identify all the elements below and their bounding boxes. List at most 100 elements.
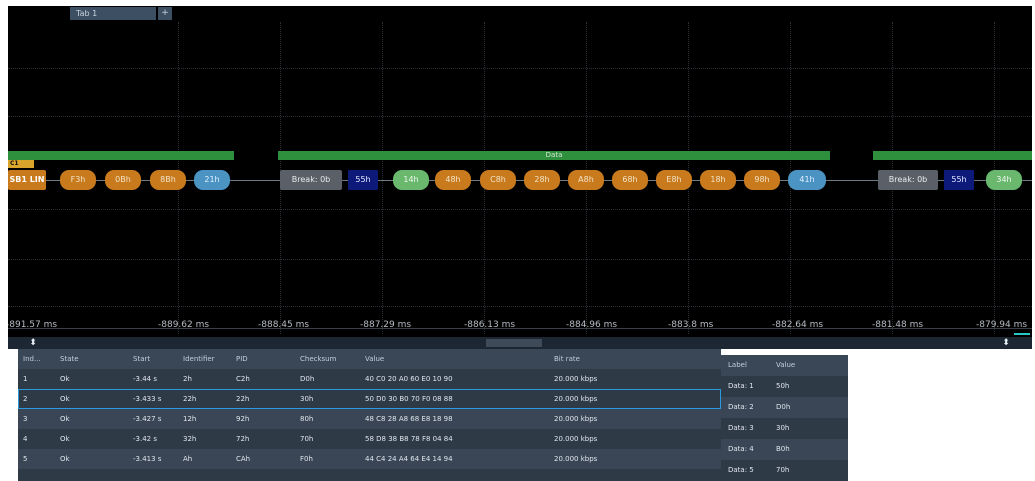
- column-header[interactable]: Identifier: [183, 349, 233, 369]
- frames-table: Ind... State Start Identifier PID Checks…: [18, 349, 721, 481]
- table-cell: Data: 2: [728, 403, 754, 411]
- table-cell: Ah: [183, 455, 193, 463]
- break-field[interactable]: Break: 0b: [280, 170, 342, 190]
- table-cell: Data: 5: [728, 466, 754, 474]
- grid-line: [8, 68, 1032, 69]
- table-cell: 4: [23, 435, 28, 443]
- table-cell: 32h: [183, 435, 197, 443]
- byte-pill[interactable]: A8h: [568, 170, 604, 190]
- table-cell: 92h: [236, 415, 250, 423]
- column-header[interactable]: Bit rate: [554, 349, 704, 369]
- column-header[interactable]: State: [60, 349, 115, 369]
- identifier-pill[interactable]: 34h: [986, 170, 1022, 190]
- byte-pill[interactable]: 18h: [700, 170, 736, 190]
- table-row[interactable]: 1 Ok -3.44 s 2h C2h D0h 40 C0 20 A0 60 E…: [18, 369, 721, 389]
- byte-pill[interactable]: 0Bh: [105, 170, 141, 190]
- table-cell: D0h: [776, 403, 791, 411]
- table-header: Label Value: [721, 355, 848, 376]
- byte-pill[interactable]: 48h: [435, 170, 471, 190]
- expand-icon[interactable]: ⬍: [1001, 337, 1011, 349]
- table-cell: Data: 1: [728, 382, 754, 390]
- byte-pill[interactable]: E8h: [656, 170, 692, 190]
- axis-tick-label: -887.29 ms: [360, 320, 412, 330]
- byte-pill[interactable]: C8h: [480, 170, 516, 190]
- divider-handle[interactable]: [486, 339, 542, 347]
- table-cell: 50 D0 30 B0 70 F0 08 88: [365, 395, 453, 403]
- table-cell: Ok: [60, 375, 70, 383]
- add-tab-button[interactable]: +: [158, 7, 172, 20]
- table-cell: 2h: [183, 375, 192, 383]
- grid-line: [8, 209, 1032, 210]
- table-cell: Data: 4: [728, 445, 754, 453]
- axis-tick-label: -888.45 ms: [258, 320, 310, 330]
- byte-pill[interactable]: 98h: [744, 170, 780, 190]
- table-cell: 40 C0 20 A0 60 E0 10 90: [365, 375, 453, 383]
- table-row[interactable]: 3 Ok -3.427 s 12h 92h 80h 48 C8 28 A8 68…: [18, 409, 721, 429]
- table-cell: C2h: [236, 375, 250, 383]
- grid-line: [8, 306, 1032, 307]
- cursor-marker[interactable]: [1014, 330, 1030, 335]
- table-row[interactable]: Data: 4 B0h: [721, 439, 848, 460]
- table-row[interactable]: Data: 1 50h: [721, 376, 848, 397]
- tab-1[interactable]: Tab 1: [70, 7, 156, 20]
- column-header[interactable]: PID: [236, 349, 291, 369]
- table-cell: 20.000 kbps: [554, 395, 598, 403]
- axis-tick-label: -886.13 ms: [464, 320, 516, 330]
- channel-name[interactable]: SB1 LIN: [8, 170, 46, 190]
- table-cell: -3.44 s: [133, 375, 157, 383]
- byte-pill[interactable]: 8Bh: [150, 170, 186, 190]
- table-row[interactable]: Data: 3 30h: [721, 418, 848, 439]
- table-cell: 30h: [776, 424, 790, 432]
- table-cell: -3.42 s: [133, 435, 157, 443]
- axis-tick-label: -889.62 ms: [158, 320, 210, 330]
- scope-app: Tab 1 + Data C1 SB1 LIN F3h 0Bh 8Bh 21h …: [0, 0, 1035, 481]
- table-cell: 22h: [236, 395, 250, 403]
- table-cell: 58 D8 38 B8 78 F8 04 84: [365, 435, 453, 443]
- axis-tick-label: -881.48 ms: [872, 320, 924, 330]
- data-label: Data: [545, 151, 563, 159]
- checksum-pill[interactable]: 41h: [788, 170, 826, 190]
- table-cell: 20.000 kbps: [554, 435, 598, 443]
- grid-line: [382, 22, 383, 334]
- table-row-selected[interactable]: 2 Ok -3.433 s 22h 22h 30h 50 D0 30 B0 70…: [18, 389, 721, 409]
- table-cell: B0h: [776, 445, 790, 453]
- table-cell: -3.413 s: [133, 455, 162, 463]
- column-header[interactable]: Start: [133, 349, 188, 369]
- table-cell: -3.433 s: [133, 395, 162, 403]
- byte-pill[interactable]: F3h: [60, 170, 96, 190]
- table-row[interactable]: 5 Ok -3.413 s Ah CAh F0h 44 C4 24 A4 64 …: [18, 449, 721, 469]
- checksum-pill[interactable]: 21h: [194, 170, 230, 190]
- axis-tick-label: -882.64 ms: [772, 320, 824, 330]
- table-row[interactable]: 4 Ok -3.42 s 32h 72h 70h 58 D8 38 B8 78 …: [18, 429, 721, 449]
- table-cell: 12h: [183, 415, 197, 423]
- table-cell: 70h: [776, 466, 790, 474]
- column-header[interactable]: Ind...: [23, 349, 53, 369]
- table-cell: 22h: [183, 395, 197, 403]
- table-cell: Ok: [60, 455, 70, 463]
- byte-pill[interactable]: 68h: [612, 170, 648, 190]
- table-cell: 70h: [300, 435, 314, 443]
- sync-field[interactable]: 55h: [944, 170, 974, 190]
- byte-pill[interactable]: 28h: [524, 170, 560, 190]
- table-cell: Data: 3: [728, 424, 754, 432]
- column-header[interactable]: Label: [728, 355, 768, 376]
- axis-tick-label: -891.57 ms: [8, 320, 58, 330]
- table-cell: 3: [23, 415, 28, 423]
- table-cell: 80h: [300, 415, 314, 423]
- expand-icon[interactable]: ⬍: [28, 337, 38, 349]
- grid-line: [8, 259, 1032, 260]
- column-header[interactable]: Checksum: [300, 349, 360, 369]
- table-cell: Ok: [60, 415, 70, 423]
- table-row[interactable]: Data: 5 70h: [721, 460, 848, 481]
- column-header[interactable]: Value: [365, 349, 555, 369]
- break-field[interactable]: Break: 0b: [878, 170, 938, 190]
- waveform-area[interactable]: Tab 1 + Data C1 SB1 LIN F3h 0Bh 8Bh 21h …: [8, 6, 1032, 342]
- table-row[interactable]: Data: 2 D0h: [721, 397, 848, 418]
- frame-bar: [873, 151, 1032, 160]
- identifier-pill[interactable]: 14h: [393, 170, 429, 190]
- table-cell: 48 C8 28 A8 68 E8 18 98: [365, 415, 453, 423]
- table-cell: Ok: [60, 435, 70, 443]
- channel-badge: C1: [8, 160, 34, 168]
- column-header[interactable]: Value: [776, 355, 836, 376]
- sync-field[interactable]: 55h: [348, 170, 378, 190]
